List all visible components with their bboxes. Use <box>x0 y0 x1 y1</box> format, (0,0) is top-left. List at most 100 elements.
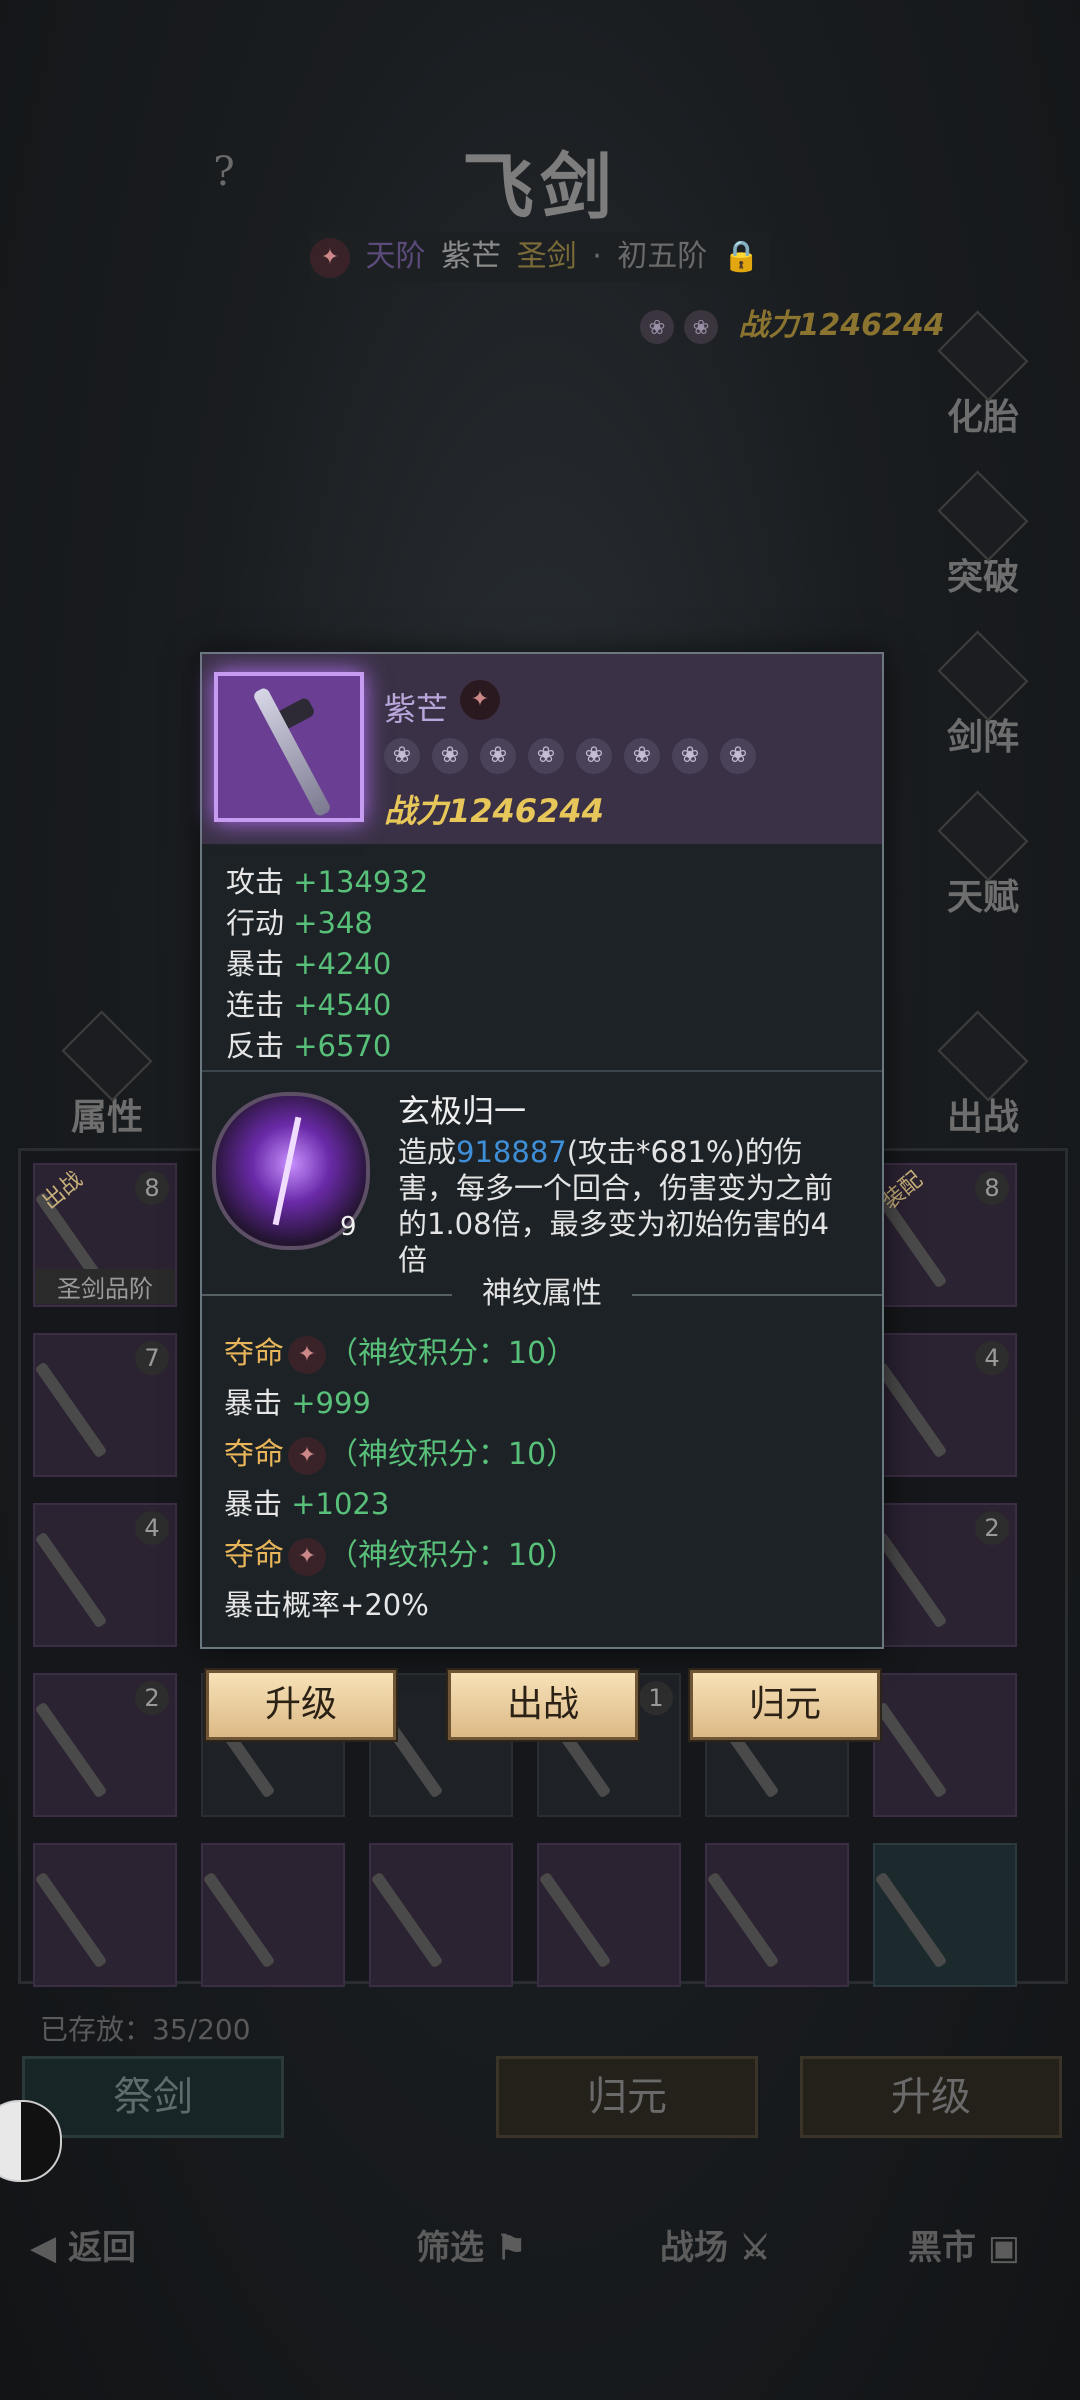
popup-deploy-button[interactable]: 出战 <box>448 1670 638 1740</box>
sword-slot[interactable]: 4 <box>33 1503 177 1647</box>
sword-slot[interactable]: 2 <box>873 1503 1017 1647</box>
battlefield-button[interactable]: 战场 ⚔ <box>660 2220 770 2269</box>
back-button[interactable]: ◀ 返回 <box>30 2220 136 2269</box>
grade-bar: ✦ 天阶 紫芒 圣剑 · 初五阶 🔒 <box>310 232 770 282</box>
grade-sep: · <box>592 239 602 274</box>
lotus-star-icon: ❀ <box>528 738 564 774</box>
filter-button[interactable]: 筛选 ⚑ <box>416 2220 526 2269</box>
filter-label: 筛选 <box>416 2228 484 2268</box>
side-attributes-button[interactable]: 属性 <box>52 1010 162 1138</box>
sword-slot[interactable] <box>201 1843 345 1987</box>
slot-grade-label: 圣剑品阶 <box>35 1269 175 1304</box>
side-transform-button[interactable]: 化胎 <box>928 310 1038 438</box>
lotus-star-icon: ❀ <box>672 738 708 774</box>
side-sword-array-button[interactable]: 剑阵 <box>928 630 1038 758</box>
lotus-star-icon: ❀ <box>432 738 468 774</box>
sword-slot[interactable]: 2 <box>33 1673 177 1817</box>
stat-list: 攻击 +134932 行动 +348 暴击 +4240 连击 +4540 反击 … <box>226 862 428 1067</box>
skill-name: 玄极归一 <box>398 1092 527 1130</box>
battlefield-label: 战场 <box>660 2228 728 2268</box>
sword-icon <box>34 1361 108 1459</box>
power-summary: ❀ ❀ 战力1246244 <box>640 300 945 344</box>
upgrade-button[interactable]: 升级 <box>800 2056 1062 2138</box>
skill-level: 9 <box>340 1212 357 1242</box>
lotus-star-icon: ❀ <box>576 738 612 774</box>
sword-slot[interactable]: 4 <box>873 1333 1017 1477</box>
sword-icon <box>34 1701 108 1799</box>
sword-icon <box>34 1871 108 1969</box>
sword-slot[interactable] <box>705 1843 849 1987</box>
rank-seal-icon: ✦ <box>460 680 500 720</box>
slot-level-badge: 7 <box>135 1341 169 1375</box>
black-market-button[interactable]: 黑市 ▣ <box>908 2220 1020 2269</box>
sword-icon <box>874 1871 948 1969</box>
grade-name: 紫芒 <box>441 239 502 274</box>
slot-level-badge: 4 <box>975 1341 1009 1375</box>
stat-row: 行动 +348 <box>226 906 373 940</box>
sword-item-icon <box>214 672 364 822</box>
slot-level-badge: 8 <box>975 1171 1009 1205</box>
rune-seal-icon: ✦ <box>288 1537 326 1576</box>
shop-icon: ▣ <box>987 2228 1020 2268</box>
slot-level-badge: 1 <box>639 1681 673 1715</box>
black-market-label: 黑市 <box>908 2228 976 2268</box>
storage-count: 已存放：35/200 <box>40 2013 251 2046</box>
sword-icon <box>538 1871 612 1969</box>
sword-icon <box>34 1531 108 1629</box>
grade-tier: 天阶 <box>365 239 426 274</box>
lock-icon: 🔒 <box>722 239 761 274</box>
sword-slot[interactable]: 7 <box>33 1333 177 1477</box>
divider <box>202 1070 882 1072</box>
rune-seal-icon: ✦ <box>288 1335 326 1374</box>
lotus-star-icon: ❀ <box>480 738 516 774</box>
power-value: 战力1246244 <box>738 308 945 343</box>
sword-detail-popup: 紫芒 ✦ ❀ ❀ ❀ ❀ ❀ ❀ ❀ ❀ 战力1246244 攻击 +134932 行动 +3… <box>200 652 884 1649</box>
stat-row: 反击 +6570 <box>226 1029 392 1063</box>
sword-slot[interactable]: 8 出战 圣剑品阶 <box>33 1163 177 1307</box>
stat-row: 攻击 +134932 <box>226 865 429 899</box>
sword-slot[interactable] <box>369 1843 513 1987</box>
rune-entry: 夺命 ✦ （神纹积分：10） 暴击 +1023 <box>224 1436 577 1521</box>
stat-row: 暴击 +4240 <box>226 947 392 981</box>
lotus-icon: ❀ <box>640 309 674 344</box>
star-row: ❀ ❀ ❀ ❀ ❀ ❀ ❀ ❀ <box>384 738 768 774</box>
grade-stage: 初五阶 <box>617 239 708 274</box>
sword-name: 紫芒 <box>384 690 449 728</box>
lotus-icon: ❀ <box>684 309 718 344</box>
side-breakthrough-button[interactable]: 突破 <box>928 470 1038 598</box>
page-title: 飞剑 <box>461 144 618 229</box>
help-button[interactable]: ? <box>200 148 248 196</box>
rune-seal-icon: ✦ <box>288 1436 326 1475</box>
lotus-star-icon: ❀ <box>384 738 420 774</box>
popup-return-button[interactable]: 归元 <box>690 1670 880 1740</box>
stat-row: 连击 +4540 <box>226 988 392 1022</box>
back-arrow-icon: ◀ <box>30 2228 57 2268</box>
sword-power: 战力1246244 <box>384 792 604 830</box>
sword-icon <box>874 1531 948 1629</box>
sword-slot[interactable]: 8 装配 <box>873 1163 1017 1307</box>
rune-entry: 夺命 ✦ （神纹积分：10） 暴击概率+20% <box>224 1537 577 1622</box>
side-battle-button[interactable]: 出战 <box>928 1010 1038 1138</box>
slot-level-badge: 8 <box>135 1171 169 1205</box>
lotus-star-icon: ❀ <box>720 738 756 774</box>
sword-icon <box>874 1191 948 1289</box>
sword-icon <box>202 1871 276 1969</box>
skill-description: 造成918887(攻击*681%)的伤害，每多一个回合，伤害变为之前的1.08倍… <box>398 1135 834 1277</box>
sword-icon <box>874 1361 948 1459</box>
sword-slot[interactable] <box>537 1843 681 1987</box>
popup-upgrade-button[interactable]: 升级 <box>206 1670 396 1740</box>
sword-icon <box>874 1701 948 1799</box>
slot-level-badge: 2 <box>975 1511 1009 1545</box>
sword-slot[interactable] <box>33 1843 177 1987</box>
return-button[interactable]: 归元 <box>496 2056 758 2138</box>
back-label: 返回 <box>68 2228 136 2268</box>
sword-slot[interactable] <box>873 1843 1017 1987</box>
filter-icon: ⚑ <box>495 2228 527 2268</box>
sacrifice-button[interactable]: 祭剑 <box>22 2056 284 2138</box>
sword-icon <box>706 1871 780 1969</box>
crossed-swords-icon: ⚔ <box>739 2228 771 2268</box>
side-talent-button[interactable]: 天赋 <box>928 790 1038 918</box>
sword-icon <box>370 1871 444 1969</box>
sword-slot[interactable] <box>873 1673 1017 1817</box>
rune-section-title: 神纹属性 <box>482 1276 602 1311</box>
